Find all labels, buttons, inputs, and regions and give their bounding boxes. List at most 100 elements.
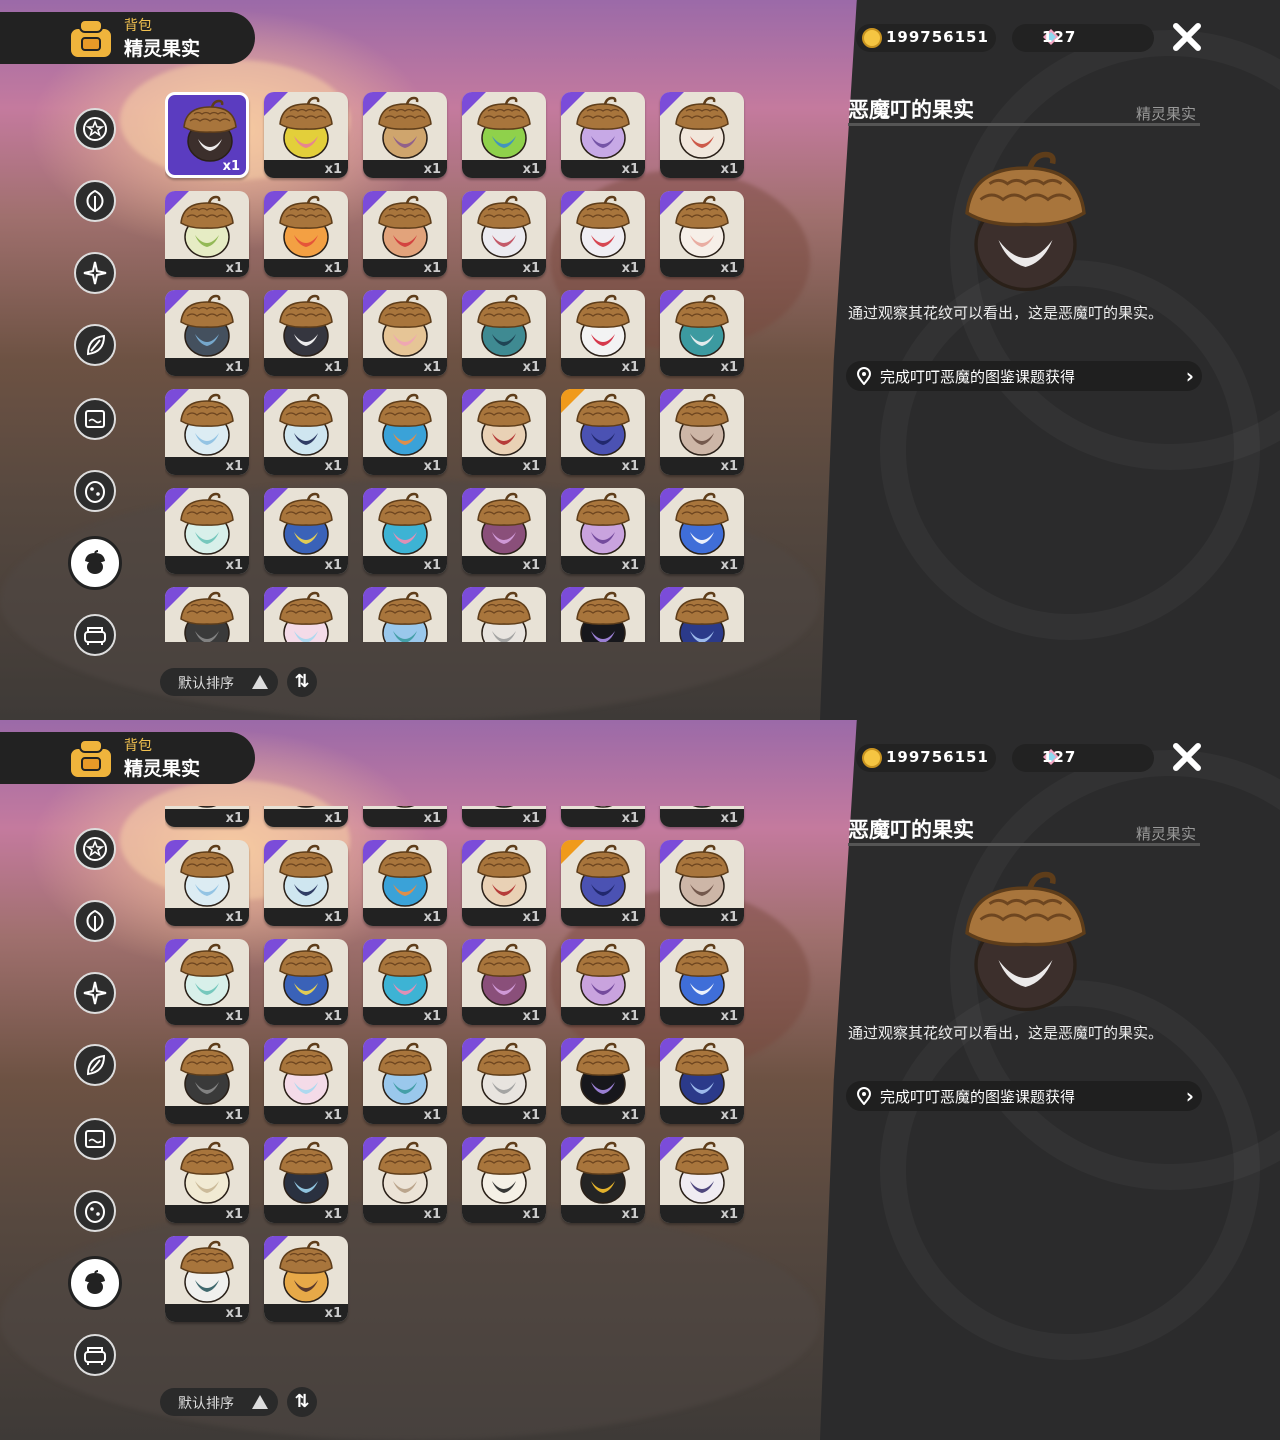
fruit-item-card[interactable]: x1: [462, 939, 546, 1025]
fruit-item-card[interactable]: x1: [264, 488, 348, 574]
fruit-item-card[interactable]: x1: [165, 806, 249, 827]
fruit-item-card[interactable]: x1: [462, 488, 546, 574]
tab-egg[interactable]: [74, 1190, 116, 1232]
fruit-item-card[interactable]: x1: [561, 939, 645, 1025]
tab-star[interactable]: [74, 108, 116, 150]
fruit-item-card[interactable]: x1: [165, 939, 249, 1025]
fruit-item-card[interactable]: x1: [264, 587, 348, 642]
fruit-item-card[interactable]: x1: [660, 1038, 744, 1124]
fruit-item-card[interactable]: x1: [462, 840, 546, 926]
fruit-item-card[interactable]: x1: [165, 191, 249, 277]
tab-leaf[interactable]: [74, 180, 116, 222]
fruit-item-card[interactable]: x1: [363, 1038, 447, 1124]
fruit-item-card[interactable]: x1: [363, 191, 447, 277]
sort-dropdown[interactable]: 默认排序: [160, 1388, 278, 1416]
item-quantity: x1: [522, 360, 540, 375]
close-button[interactable]: [1170, 740, 1204, 774]
fruit-item-card[interactable]: x1: [363, 939, 447, 1025]
fruit-item-card[interactable]: x1: [462, 290, 546, 376]
fruit-item-card[interactable]: x1: [660, 587, 744, 642]
fruit-item-card[interactable]: x1: [660, 806, 744, 827]
fruit-item-card[interactable]: x1: [561, 587, 645, 642]
tab-furniture[interactable]: [74, 614, 116, 656]
sort-order-toggle[interactable]: ⇅: [287, 667, 317, 697]
fruit-item-card[interactable]: x1: [363, 587, 447, 642]
fruit-item-card[interactable]: x1: [264, 806, 348, 827]
fruit-item-card[interactable]: x1: [264, 1137, 348, 1223]
fruit-item-card[interactable]: x1: [462, 1137, 546, 1223]
item-quantity: x1: [621, 261, 639, 276]
fruit-item-card[interactable]: x1: [462, 1038, 546, 1124]
fruit-item-card[interactable]: x1: [363, 806, 447, 827]
fruit-item-card[interactable]: x1: [660, 92, 744, 178]
fruit-item-card[interactable]: x1: [462, 389, 546, 475]
fruit-item-card[interactable]: x1: [462, 806, 546, 827]
fruit-item-card[interactable]: x1: [165, 1038, 249, 1124]
fruit-item-card[interactable]: x1: [363, 389, 447, 475]
fruit-item-card[interactable]: x1: [165, 92, 249, 178]
fruit-item-card[interactable]: x1: [264, 1038, 348, 1124]
fruit-item-card[interactable]: x1: [561, 1137, 645, 1223]
close-button[interactable]: [1170, 20, 1204, 54]
fruit-item-card[interactable]: x1: [561, 92, 645, 178]
fruit-item-card[interactable]: x1: [561, 389, 645, 475]
fruit-item-card[interactable]: x1: [561, 488, 645, 574]
fruit-item-card[interactable]: x1: [561, 290, 645, 376]
tab-scroll[interactable]: [74, 398, 116, 440]
sort-order-toggle[interactable]: ⇅: [287, 1387, 317, 1417]
tab-fruit[interactable]: [68, 1256, 122, 1310]
fruit-item-card[interactable]: x1: [561, 191, 645, 277]
fruit-item-card[interactable]: x1: [363, 92, 447, 178]
fruit-item-card[interactable]: x1: [264, 389, 348, 475]
fruit-item-card[interactable]: x1: [462, 92, 546, 178]
fruit-item-card[interactable]: x1: [660, 939, 744, 1025]
item-quantity: x1: [621, 360, 639, 375]
fruit-item-card[interactable]: x1: [561, 806, 645, 827]
item-quantity: x1: [423, 1009, 441, 1024]
tab-plant[interactable]: [74, 1044, 116, 1086]
fruit-item-card[interactable]: x1: [462, 587, 546, 642]
fruit-item-card[interactable]: x1: [264, 191, 348, 277]
fruit-item-card[interactable]: x1: [264, 939, 348, 1025]
tab-fruit[interactable]: [68, 536, 122, 590]
fruit-item-card[interactable]: x1: [660, 191, 744, 277]
fruit-item-card[interactable]: x1: [264, 1236, 348, 1322]
fruit-item-card[interactable]: x1: [165, 1236, 249, 1322]
fruit-item-card[interactable]: x1: [363, 290, 447, 376]
fruit-item-card[interactable]: x1: [363, 1137, 447, 1223]
tab-star[interactable]: [74, 828, 116, 870]
fruit-item-card[interactable]: x1: [165, 488, 249, 574]
fruit-item-card[interactable]: x1: [660, 488, 744, 574]
tab-plant[interactable]: [74, 324, 116, 366]
fruit-item-card[interactable]: x1: [165, 840, 249, 926]
fruit-item-card[interactable]: x1: [165, 587, 249, 642]
fruit-item-card[interactable]: x1: [660, 389, 744, 475]
fruit-item-card[interactable]: x1: [660, 1137, 744, 1223]
sort-dropdown[interactable]: 默认排序: [160, 668, 278, 696]
tab-scroll[interactable]: [74, 1118, 116, 1160]
egg-icon: [82, 1198, 108, 1224]
item-source-link[interactable]: 完成叮叮恶魔的图鉴课题获得 ›: [846, 1081, 1202, 1111]
tab-egg[interactable]: [74, 470, 116, 512]
fruit-item-card[interactable]: x1: [462, 191, 546, 277]
item-quantity: x1: [720, 1009, 738, 1024]
tab-furniture[interactable]: [74, 1334, 116, 1376]
fruit-item-card[interactable]: x1: [264, 840, 348, 926]
tab-spark[interactable]: [74, 972, 116, 1014]
tab-spark[interactable]: [74, 252, 116, 294]
fruit-item-card[interactable]: x1: [363, 488, 447, 574]
item-source-link[interactable]: 完成叮叮恶魔的图鉴课题获得 ›: [846, 361, 1202, 391]
fruit-item-card[interactable]: x1: [363, 840, 447, 926]
fruit-item-card[interactable]: x1: [660, 840, 744, 926]
fruit-item-card[interactable]: x1: [561, 1038, 645, 1124]
tab-leaf[interactable]: [74, 900, 116, 942]
fruit-item-card[interactable]: x1: [165, 290, 249, 376]
item-quantity: x1: [225, 558, 243, 573]
fruit-item-card[interactable]: x1: [165, 1137, 249, 1223]
fruit-item-card[interactable]: x1: [561, 840, 645, 926]
fruit-item-card[interactable]: x1: [264, 290, 348, 376]
fruit-item-card[interactable]: x1: [264, 92, 348, 178]
fruit-item-card[interactable]: x1: [165, 389, 249, 475]
item-quantity: x1: [324, 1207, 342, 1222]
fruit-item-card[interactable]: x1: [660, 290, 744, 376]
